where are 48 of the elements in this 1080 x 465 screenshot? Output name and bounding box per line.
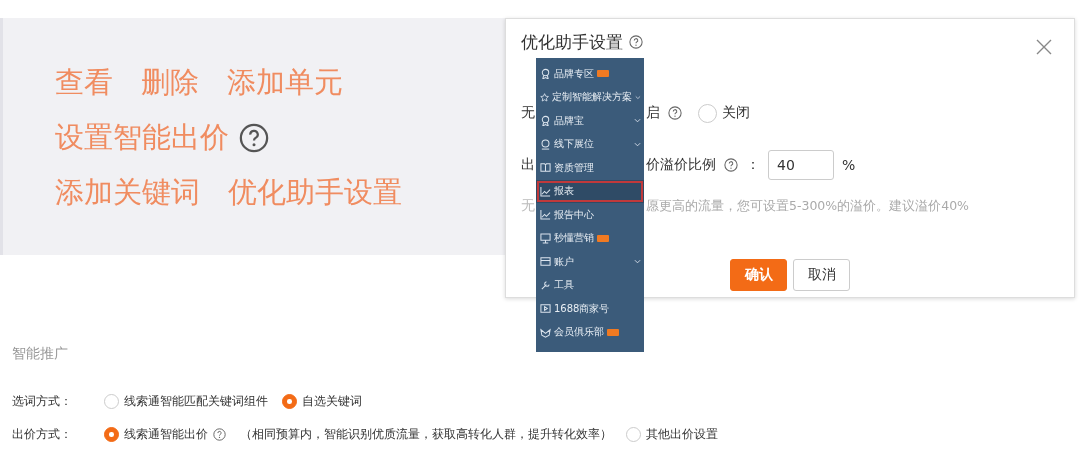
sidebar-item[interactable]: 账户 xyxy=(536,250,644,274)
dialog-title: 优化助手设置 xyxy=(521,31,623,53)
star-icon xyxy=(540,91,550,103)
book-icon xyxy=(540,162,551,174)
help-icon[interactable] xyxy=(724,158,738,172)
radio-option[interactable]: 线索通智能匹配关键词组件 xyxy=(104,393,268,410)
field-label: 出价方式： xyxy=(12,426,73,443)
label-fragment: 无 xyxy=(521,104,535,122)
field-label: 选词方式： xyxy=(12,393,73,410)
section-title: 智能推广 xyxy=(12,345,69,363)
unit-label: % xyxy=(842,157,856,173)
line-chart-icon xyxy=(540,209,551,221)
wrench-icon xyxy=(540,279,551,291)
radio-option[interactable]: 关闭 xyxy=(698,103,750,123)
note-text: （相同预算内，智能识别优质流量，获取高转化人群，提升转化效率） xyxy=(240,426,612,443)
card-icon xyxy=(540,256,551,268)
label-fragment: 出 xyxy=(521,156,535,174)
sidebar-item[interactable]: 品牌专区 xyxy=(536,62,644,86)
help-icon[interactable] xyxy=(213,428,226,441)
help-icon[interactable] xyxy=(668,106,682,120)
medal-icon xyxy=(540,115,551,127)
radio-option[interactable]: 线索通智能出价 xyxy=(104,426,226,443)
help-icon[interactable] xyxy=(239,122,269,153)
sidebar-item[interactable]: 资质管理 xyxy=(536,156,644,180)
sidebar-item[interactable]: 报告中心 xyxy=(536,203,644,227)
sidebar-item[interactable]: 品牌宝 xyxy=(536,109,644,133)
radio-option[interactable]: 自选关键词 xyxy=(282,393,362,410)
radio-option[interactable]: 其他出价设置 xyxy=(626,426,718,443)
line-chart-icon xyxy=(540,185,551,197)
play-icon xyxy=(540,303,551,315)
sidebar-item[interactable]: 秒懂营销 xyxy=(536,226,644,250)
label-fragment: 无 xyxy=(521,197,535,215)
sidebar-item[interactable]: 线下展位 xyxy=(536,132,644,156)
premium-input[interactable]: 40 xyxy=(768,150,834,180)
sidebar-item[interactable]: 工具 xyxy=(536,273,644,297)
cancel-button[interactable]: 取消 xyxy=(793,259,850,291)
sidebar-item[interactable]: 1688商家号 xyxy=(536,297,644,321)
colon: ： xyxy=(746,156,760,174)
hint-text: 愿更高的流量，您可设置5-300%的溢价。建议溢价40% xyxy=(646,197,969,215)
field-label: 价溢价比例 xyxy=(646,156,716,174)
sidebar-item[interactable]: 会员俱乐部 xyxy=(536,320,644,344)
board-icon xyxy=(540,232,551,244)
help-icon[interactable] xyxy=(629,35,643,49)
medal-icon xyxy=(540,68,551,80)
sidebar-item[interactable]: 报表 xyxy=(536,179,644,203)
close-icon[interactable] xyxy=(1036,39,1052,55)
sidebar-item[interactable]: 定制智能解决方案 xyxy=(536,85,644,109)
label-fragment: 启 xyxy=(646,104,660,122)
